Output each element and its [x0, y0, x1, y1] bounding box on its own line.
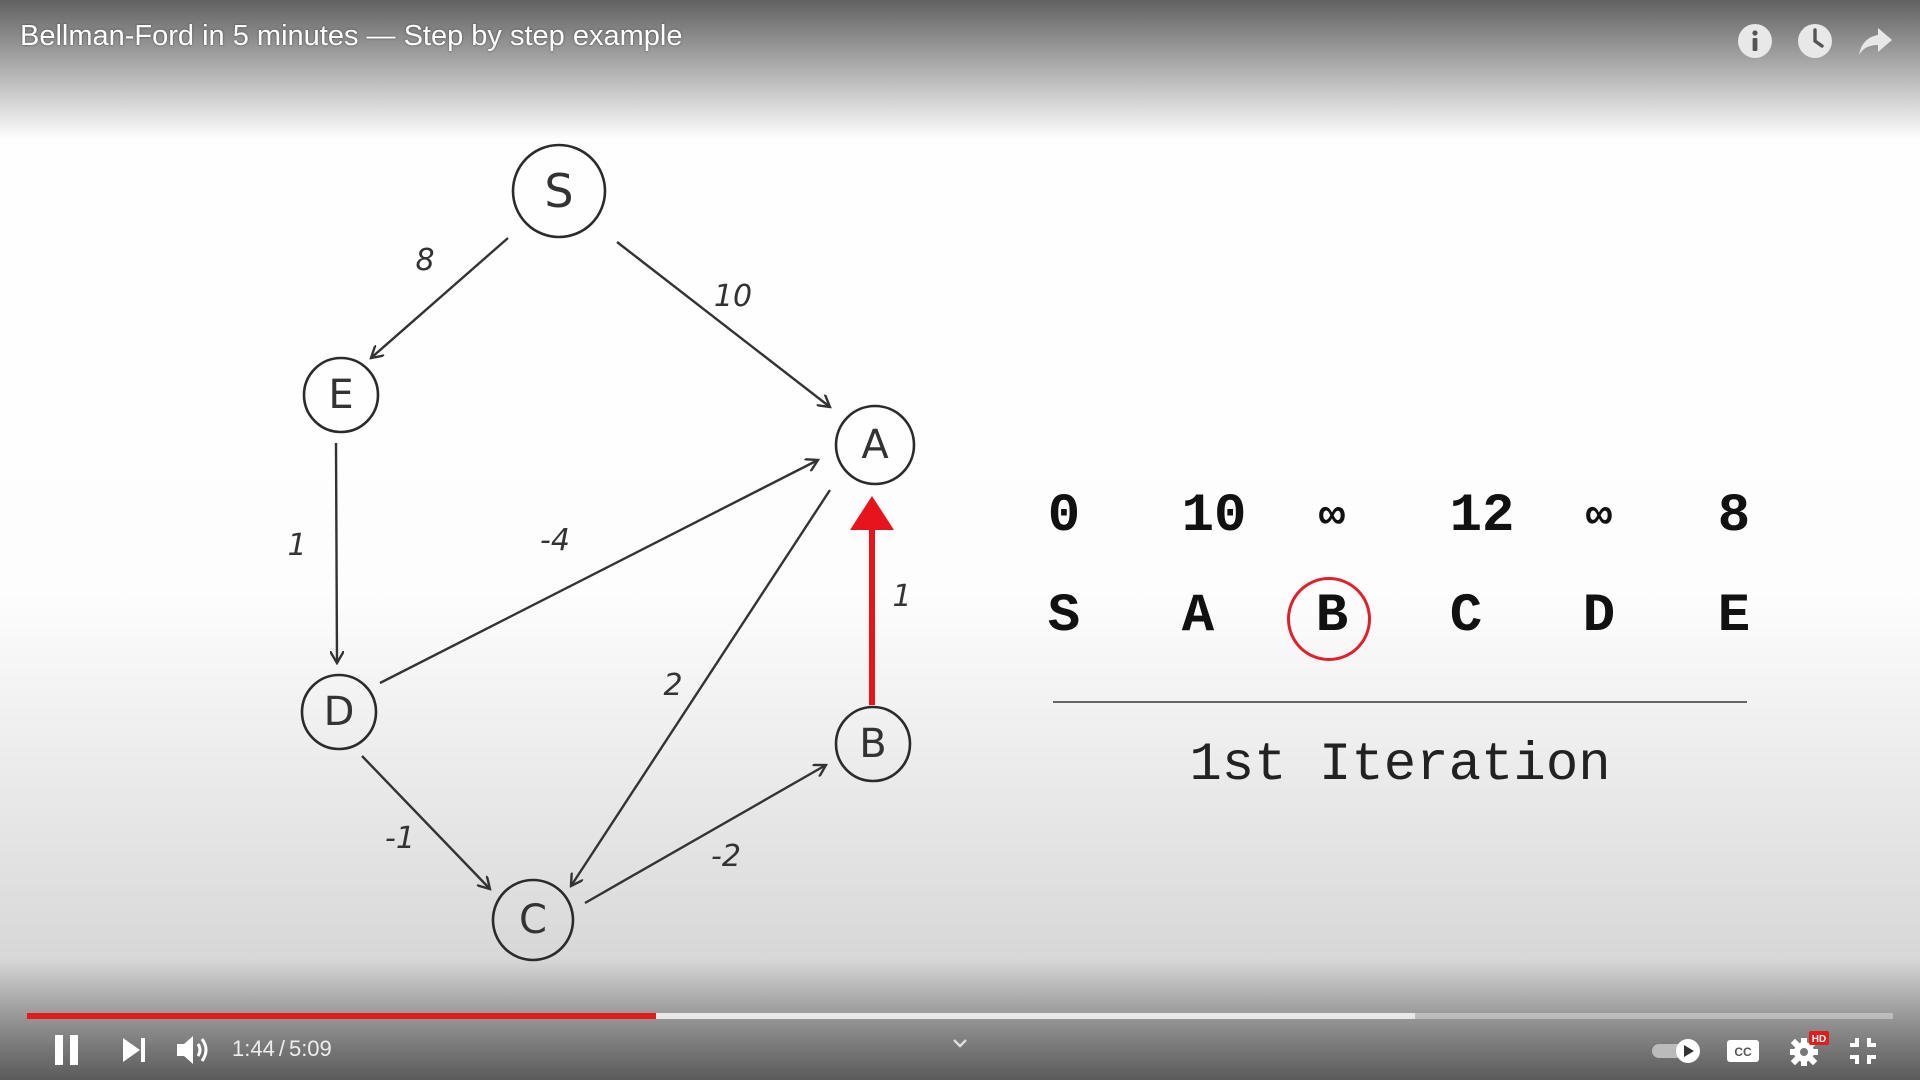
info-button[interactable]: [1734, 20, 1776, 62]
volume-button[interactable]: [174, 1032, 214, 1068]
edge-weight-d-to-a: -4: [540, 523, 570, 558]
info-icon: [1738, 24, 1772, 58]
edge-d-to-a: [379, 460, 818, 685]
time-display: 1:44/5:09: [232, 1036, 332, 1062]
video-title[interactable]: Bellman-Ford in 5 minutes — Step by step…: [20, 20, 682, 53]
gear-icon: HD: [1790, 1031, 1829, 1066]
autoplay-toggle[interactable]: [1650, 1037, 1704, 1065]
distance-value-s: 0: [1047, 486, 1081, 547]
svg-text:CC: CC: [1734, 1045, 1752, 1059]
pause-icon: [55, 1035, 78, 1065]
chevron-down-icon: [953, 1039, 967, 1048]
vertex-label-s: S: [1047, 586, 1081, 647]
watch-later-button[interactable]: [1794, 20, 1836, 62]
edge-e-to-d: [336, 442, 337, 663]
next-button[interactable]: [118, 1034, 150, 1066]
graph-node-label-d: D: [324, 689, 355, 735]
distance-value-a: 10: [1181, 486, 1247, 547]
graph-edges: 8 10 1 -4 2 -1 -2 1: [287, 237, 912, 905]
time-separator: /: [278, 1036, 285, 1061]
edge-weight-c-to-b: -2: [711, 839, 741, 874]
controls-gradient: [0, 960, 1920, 1080]
graph-node-label-a: A: [861, 422, 889, 468]
edge-weight-s-to-e: 8: [415, 243, 434, 278]
video-player[interactable]: 8 10 1 -4 2 -1 -2 1 SEADBC 0 10 ∞ 12 ∞ 8 S A B …: [0, 0, 1920, 1080]
cc-icon: CC: [1727, 1040, 1759, 1062]
edge-weight-d-to-c: -1: [385, 821, 415, 856]
clock-icon: [1798, 24, 1832, 58]
autoplay-toggle-icon: [1652, 1039, 1700, 1063]
pause-button[interactable]: [48, 1032, 86, 1068]
settings-button[interactable]: HD: [1786, 1030, 1830, 1070]
vertex-label-d: D: [1582, 586, 1616, 647]
graph-node-label-c: C: [519, 897, 547, 943]
duration: 5:09: [288, 1036, 332, 1061]
vertex-label-c: C: [1449, 586, 1483, 647]
vertex-label-e: E: [1717, 586, 1751, 647]
share-button[interactable]: [1854, 20, 1896, 62]
edge-c-to-b: [584, 765, 826, 905]
edge-b-to-a-arrowhead: [850, 496, 894, 530]
distance-value-b: ∞: [1318, 492, 1346, 542]
captions-button[interactable]: CC: [1726, 1037, 1760, 1065]
volume-icon: [177, 1036, 208, 1064]
table-divider: [1053, 701, 1747, 703]
edge-weight-b-to-a: 1: [892, 579, 911, 614]
exit-fullscreen-button[interactable]: [1846, 1034, 1880, 1068]
edge-weight-s-to-a: 10: [714, 279, 752, 314]
vertex-label-b: B: [1315, 586, 1349, 647]
edge-a-to-c: [571, 489, 832, 886]
graph-node-label-e: E: [328, 372, 353, 418]
distance-value-e: 8: [1717, 486, 1751, 547]
edge-s-to-e: [371, 237, 509, 358]
expand-button[interactable]: [950, 1036, 970, 1050]
exit-fullscreen-icon: [1850, 1038, 1876, 1064]
edge-d-to-c: [361, 755, 490, 889]
graph-node-label-s: S: [544, 164, 573, 218]
edge-weight-a-to-c: 2: [663, 668, 682, 703]
share-icon: [1859, 28, 1892, 55]
distance-value-d: ∞: [1585, 492, 1613, 542]
current-time: 1:44: [232, 1036, 275, 1061]
edge-s-to-a: [616, 241, 830, 407]
hd-badge: HD: [1812, 1034, 1826, 1045]
distance-value-c: 12: [1449, 486, 1515, 547]
progress-played: [27, 1013, 656, 1019]
progress-bar[interactable]: [27, 1013, 1893, 1019]
vertex-label-a: A: [1181, 586, 1215, 647]
iteration-label: 1st Iteration: [1189, 735, 1611, 796]
next-icon: [123, 1038, 145, 1062]
graph-node-label-b: B: [859, 721, 886, 767]
edge-weight-e-to-d: 1: [287, 528, 306, 563]
